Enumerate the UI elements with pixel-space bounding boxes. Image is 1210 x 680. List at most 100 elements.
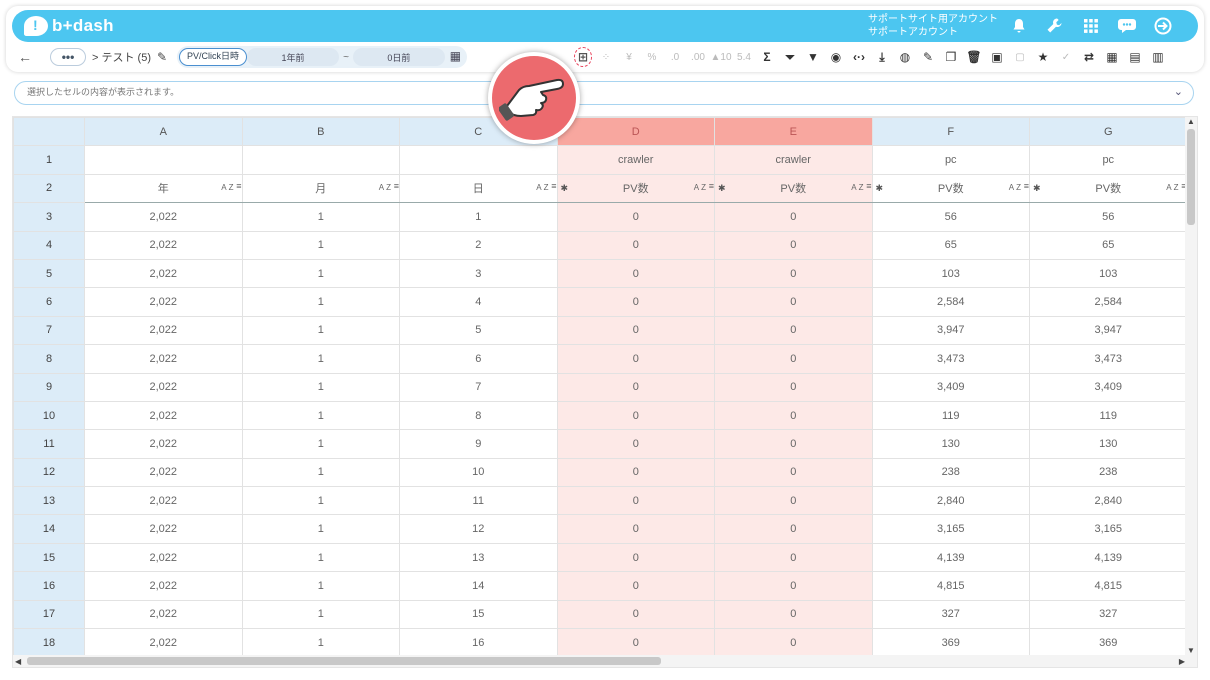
table-cell[interactable]: 65 [1029,230,1188,260]
column-header-g[interactable]: G [1029,117,1188,147]
group-cell[interactable]: pc [871,145,1030,175]
filter-icon[interactable]: ≡ [866,181,871,191]
field-header-cell[interactable]: ✱ PV数 AZ ≡ [714,173,873,204]
table-cell[interactable]: 0 [714,486,873,516]
table-cell[interactable]: 2,022 [84,230,243,260]
table-cell[interactable]: 0 [714,344,873,374]
sort-filter-icon[interactable]: AZ [1009,183,1023,192]
more-button[interactable]: ••• [50,48,86,66]
filter-icon[interactable]: ≡ [551,181,556,191]
table-cell[interactable]: 2,022 [84,202,243,232]
table-cell[interactable]: 10 [399,457,558,488]
table-cell[interactable]: 0 [714,372,873,402]
table-cell[interactable]: 3,165 [871,514,1030,544]
table-cell[interactable]: 327 [871,599,1030,630]
date-to-field[interactable]: 0日前 [352,48,445,66]
table-cell[interactable]: 1 [241,230,400,260]
user-check-icon[interactable]: ✓ [1057,47,1075,67]
row-header[interactable]: 10 [13,400,85,431]
cell-content-bar[interactable]: 選択したセルの内容が表示されます。 ⌄ [14,81,1194,105]
table-cell[interactable]: 369 [1029,628,1188,658]
vertical-scroll-thumb[interactable] [1187,129,1195,225]
table-cell[interactable]: 7 [399,372,558,402]
table-cell[interactable]: 103 [871,258,1030,289]
table-cell[interactable]: 0 [556,628,715,658]
table-cell[interactable]: 0 [714,287,873,317]
layout-icon[interactable]: ⊞ [574,47,592,67]
table-cell[interactable]: 0 [556,315,715,346]
group-cell[interactable]: crawler [714,145,873,175]
table-cell[interactable]: 0 [556,542,715,573]
brand-logo[interactable]: b+dash [24,15,114,37]
table-cell[interactable]: 14 [399,571,558,601]
decimal-decrease-icon[interactable]: .0 [666,47,684,67]
table-cell[interactable]: 369 [871,628,1030,658]
scroll-right-icon[interactable]: ▶ [1179,657,1185,666]
row-header[interactable]: 6 [13,287,85,317]
sum-icon[interactable]: Σ [758,47,776,67]
download-icon[interactable]: ⤓ [873,47,891,67]
table-cell[interactable]: 4,139 [1029,542,1188,573]
table-cell[interactable]: 119 [1029,400,1188,431]
group-cell[interactable] [241,145,400,175]
table-cell[interactable]: 0 [714,542,873,573]
table-cell[interactable]: 1 [241,486,400,516]
chart-icon[interactable]: ◍ [896,47,914,67]
table-cell[interactable]: 3,409 [1029,372,1188,402]
table-cell[interactable]: 1 [241,542,400,573]
table-cell[interactable]: 1 [241,202,400,232]
table-cell[interactable]: 1 [241,287,400,317]
grid-apps-icon[interactable] [1080,15,1102,37]
trash-icon[interactable]: 🗑 [965,47,983,67]
column-header-a[interactable]: A [84,117,243,147]
bell-icon[interactable] [1008,15,1030,37]
table-cell[interactable]: 0 [714,628,873,658]
table-cell[interactable]: 65 [871,230,1030,260]
table-cell[interactable]: 6 [399,344,558,374]
table-cell[interactable]: 0 [714,429,873,459]
filter-icon[interactable]: ≡ [1024,181,1029,191]
copy-icon[interactable]: ❐ [942,47,960,67]
table-cell[interactable]: 2,584 [1029,287,1188,317]
document-icon[interactable]: ▤ [1126,47,1144,67]
filter-icon[interactable]: ≡ [394,181,399,191]
decrease-icon[interactable]: 5.4 [735,47,753,67]
row-header[interactable]: 5 [13,258,85,289]
table-cell[interactable]: 1 [241,457,400,488]
table-cell[interactable]: 1 [241,315,400,346]
table-cell[interactable]: 1 [241,514,400,544]
star-icon[interactable]: ★ [1034,47,1052,67]
sort-filter-icon[interactable]: AZ [221,183,235,192]
table-cell[interactable]: 2,022 [84,542,243,573]
table-cell[interactable]: 11 [399,486,558,516]
gear-icon[interactable]: ✱ [718,183,726,194]
scroll-down-icon[interactable]: ▼ [1187,646,1195,655]
table-cell[interactable]: 3 [399,258,558,289]
table-cell[interactable]: 5 [399,315,558,346]
table-cell[interactable]: 0 [714,514,873,544]
row-header[interactable]: 2 [13,173,85,204]
table-cell[interactable]: 0 [556,287,715,317]
table-cell[interactable]: 0 [556,372,715,402]
table-cell[interactable]: 3,473 [1029,344,1188,374]
column-header-e[interactable]: E [714,117,873,147]
table-cell[interactable]: 1 [399,202,558,232]
table-cell[interactable]: 0 [556,202,715,232]
table-cell[interactable]: 2,022 [84,486,243,516]
group-cell[interactable] [84,145,243,175]
chevron-down-icon[interactable]: ⌄ [1174,82,1183,103]
table-cell[interactable]: 16 [399,628,558,658]
table-cell[interactable]: 0 [556,344,715,374]
scroll-up-icon[interactable]: ▲ [1187,117,1195,126]
table-cell[interactable]: 0 [556,429,715,459]
table-cell[interactable]: 0 [556,457,715,488]
sort-filter-icon[interactable]: AZ [694,183,708,192]
breadcrumb[interactable]: > テスト (5) [92,49,151,65]
table-cell[interactable]: 0 [714,457,873,488]
swap-icon[interactable]: ⇄ [1080,47,1098,67]
table-cell[interactable]: 56 [871,202,1030,232]
table-cell[interactable]: 15 [399,599,558,630]
horizontal-scrollbar[interactable]: ◀ ▶ [13,655,1187,667]
percent-icon[interactable]: % [643,47,661,67]
column-header-f[interactable]: F [871,117,1030,147]
